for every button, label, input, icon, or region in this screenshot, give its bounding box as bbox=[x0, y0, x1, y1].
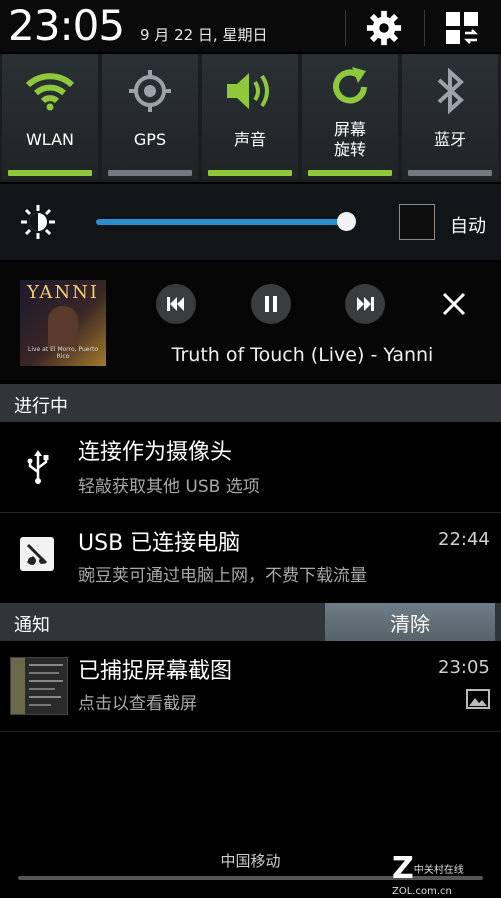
notification-subtitle: 轻敲获取其他 USB 选项 bbox=[78, 477, 260, 497]
section-title: 进行中 bbox=[14, 396, 68, 417]
edit-toggles-button[interactable] bbox=[434, 6, 490, 50]
clear-button[interactable]: 清除 bbox=[325, 603, 495, 641]
track-title: Truth of Touch (Live) - Yanni bbox=[171, 344, 434, 366]
toggle-indicator bbox=[208, 170, 292, 176]
rotate-icon bbox=[333, 67, 367, 104]
usb-icon bbox=[26, 450, 50, 488]
header-divider bbox=[424, 10, 425, 46]
grid-edit-icon bbox=[446, 12, 478, 44]
close-icon bbox=[442, 292, 466, 316]
toggle-label: GPS bbox=[133, 130, 167, 149]
toggle-indicator bbox=[8, 170, 92, 176]
notification-time: 23:05 bbox=[438, 657, 490, 678]
toggle-label: 蓝牙 bbox=[433, 130, 466, 149]
image-icon bbox=[466, 689, 490, 713]
previous-track-button[interactable] bbox=[156, 284, 196, 324]
date-text: 9 月 22 日, 星期日 bbox=[140, 26, 268, 44]
settings-button[interactable] bbox=[356, 6, 412, 50]
toggle-label: 屏幕 旋转 bbox=[333, 120, 366, 159]
toggle-label: 声音 bbox=[233, 130, 266, 149]
wandoujia-icon bbox=[20, 537, 54, 571]
notification-title: 已捕捉屏幕截图 bbox=[78, 659, 233, 684]
toggle-bluetooth[interactable]: 蓝牙 bbox=[402, 54, 498, 180]
brightness-icon bbox=[20, 204, 56, 244]
notification-subtitle: 点击以查看截屏 bbox=[78, 694, 197, 714]
toggle-indicator bbox=[408, 170, 492, 176]
album-art[interactable]: YANNI Live at El Morro, Puerto Rico bbox=[20, 280, 106, 366]
header-divider bbox=[345, 10, 346, 46]
album-subtitle-text: Live at El Morro, Puerto Rico bbox=[28, 346, 98, 360]
toggle-indicator bbox=[108, 170, 192, 176]
next-icon bbox=[357, 297, 374, 311]
gps-icon bbox=[129, 70, 171, 112]
toggle-sound[interactable]: 声音 bbox=[202, 54, 298, 180]
volume-icon bbox=[227, 73, 269, 109]
toggle-indicator bbox=[308, 170, 392, 176]
wifi-icon bbox=[25, 73, 75, 111]
pause-icon bbox=[265, 296, 277, 312]
toggle-label: WLAN bbox=[25, 130, 74, 149]
notification-title: USB 已连接电脑 bbox=[78, 531, 241, 556]
toggle-wlan[interactable]: WLAN bbox=[2, 54, 98, 180]
brightness-slider[interactable] bbox=[96, 219, 354, 225]
ongoing-section-header: 进行中 bbox=[0, 384, 501, 422]
pause-button[interactable] bbox=[251, 284, 291, 324]
clock: 23:05 bbox=[8, 1, 125, 50]
section-title: 通知 bbox=[14, 615, 50, 636]
auto-brightness-checkbox[interactable] bbox=[399, 204, 435, 240]
toggle-rotate[interactable]: 屏幕 旋转 bbox=[302, 54, 398, 180]
notification-usb-camera[interactable]: 连接作为摄像头 轻敲获取其他 USB 选项 bbox=[0, 422, 501, 512]
close-player-button[interactable] bbox=[440, 290, 468, 322]
gear-icon bbox=[366, 10, 402, 46]
notification-subtitle: 豌豆荚可通过电脑上网，不费下载流量 bbox=[78, 566, 367, 586]
notification-time: 22:44 bbox=[438, 529, 490, 550]
notification-screenshot[interactable]: 已捕捉屏幕截图 23:05 点击以查看截屏 bbox=[0, 641, 501, 731]
next-track-button[interactable] bbox=[345, 284, 385, 324]
auto-brightness-label: 自动 bbox=[450, 216, 486, 237]
album-figure bbox=[48, 306, 78, 350]
notification-title: 连接作为摄像头 bbox=[78, 440, 233, 465]
screenshot-thumbnail bbox=[10, 657, 68, 715]
toggle-gps[interactable]: GPS bbox=[102, 54, 198, 180]
brightness-slider-thumb[interactable] bbox=[336, 212, 356, 231]
divider bbox=[0, 731, 501, 732]
bluetooth-icon bbox=[437, 68, 464, 114]
notification-usb-connected[interactable]: USB 已连接电脑 22:44 豌豆荚可通过电脑上网，不费下载流量 bbox=[0, 513, 501, 601]
previous-icon bbox=[167, 297, 184, 311]
album-title-text: YANNI bbox=[26, 282, 100, 303]
